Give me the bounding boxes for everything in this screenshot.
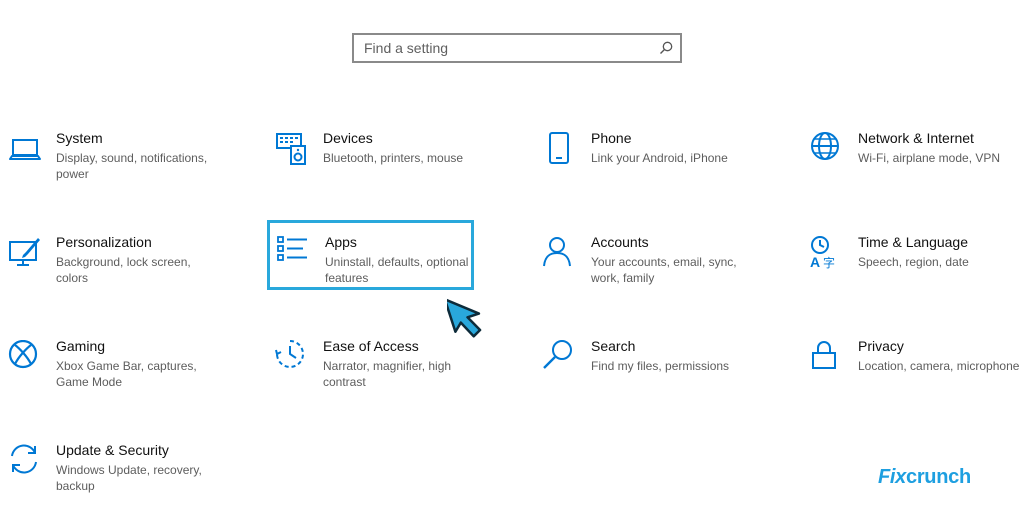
keyboard-speaker-icon	[275, 132, 309, 166]
category-search[interactable]: Search Find my files, permissions	[543, 338, 793, 428]
category-update-security[interactable]: Update & Security Windows Update, recove…	[8, 442, 258, 532]
category-description: Windows Update, recovery, backup	[56, 463, 202, 493]
paint-brush-icon	[8, 236, 42, 270]
category-time-language[interactable]: A字 Time & Language Speech, region, date	[810, 234, 1024, 324]
time-language-icon: A字	[810, 236, 844, 270]
laptop-icon	[8, 132, 42, 166]
category-accounts[interactable]: Accounts Your accounts, email, sync, wor…	[543, 234, 793, 324]
category-description: Bluetooth, printers, mouse	[323, 151, 464, 165]
category-title: Accounts	[591, 234, 649, 250]
category-network[interactable]: Network & Internet Wi-Fi, airplane mode,…	[810, 130, 1024, 220]
category-title: Update & Security	[56, 442, 169, 458]
search-box[interactable]	[352, 33, 682, 63]
fixcrunch-logo: Fixcrunch	[878, 466, 971, 489]
category-description: Uninstall, defaults, optional features	[325, 255, 469, 285]
category-title: Personalization	[56, 234, 152, 250]
category-title: Search	[591, 338, 636, 354]
category-devices[interactable]: Devices Bluetooth, printers, mouse	[275, 130, 525, 220]
phone-icon	[543, 132, 577, 166]
category-description: Xbox Game Bar, captures, Game Mode	[56, 359, 197, 389]
pointer-cursor-icon	[443, 292, 489, 352]
search-input[interactable]	[364, 35, 644, 61]
category-gaming[interactable]: Gaming Xbox Game Bar, captures, Game Mod…	[8, 338, 258, 428]
category-title: System	[56, 130, 103, 146]
category-description: Your accounts, email, sync, work, family	[591, 255, 737, 285]
magnifier-icon	[543, 340, 577, 374]
sync-icon	[8, 444, 42, 478]
person-icon	[543, 236, 577, 270]
category-title: Apps	[325, 234, 357, 250]
category-privacy[interactable]: Privacy Location, camera, microphone	[810, 338, 1024, 428]
category-description: Narrator, magnifier, high contrast	[323, 359, 452, 389]
category-title: Phone	[591, 130, 632, 146]
category-title: Devices	[323, 130, 373, 146]
svg-text:A: A	[810, 254, 820, 270]
category-system[interactable]: System Display, sound, notifications, po…	[8, 130, 258, 220]
category-description: Find my files, permissions	[591, 359, 730, 373]
apps-list-icon	[277, 236, 311, 270]
logo-part-crunch: crunch	[906, 466, 971, 488]
category-phone[interactable]: Phone Link your Android, iPhone	[543, 130, 793, 220]
category-description: Link your Android, iPhone	[591, 151, 728, 165]
lock-icon	[810, 340, 844, 374]
category-title: Privacy	[858, 338, 904, 354]
category-personalization[interactable]: Personalization Background, lock screen,…	[8, 234, 258, 324]
category-title: Ease of Access	[323, 338, 419, 354]
logo-part-fix: Fix	[878, 466, 906, 488]
category-title: Time & Language	[858, 234, 968, 250]
category-title: Network & Internet	[858, 130, 974, 146]
category-description: Wi-Fi, airplane mode, VPN	[858, 151, 1001, 165]
category-description: Location, camera, microphone	[858, 359, 1020, 373]
ease-of-access-icon	[275, 340, 309, 374]
category-description: Display, sound, notifications, power	[56, 151, 208, 181]
category-apps[interactable]: Apps Uninstall, defaults, optional featu…	[277, 234, 527, 324]
category-description: Background, lock screen, colors	[56, 255, 191, 285]
category-description: Speech, region, date	[858, 255, 969, 269]
search-icon[interactable]	[658, 40, 674, 56]
svg-text:字: 字	[823, 255, 835, 270]
xbox-icon	[8, 339, 42, 374]
category-title: Gaming	[56, 338, 106, 354]
globe-icon	[810, 132, 844, 166]
